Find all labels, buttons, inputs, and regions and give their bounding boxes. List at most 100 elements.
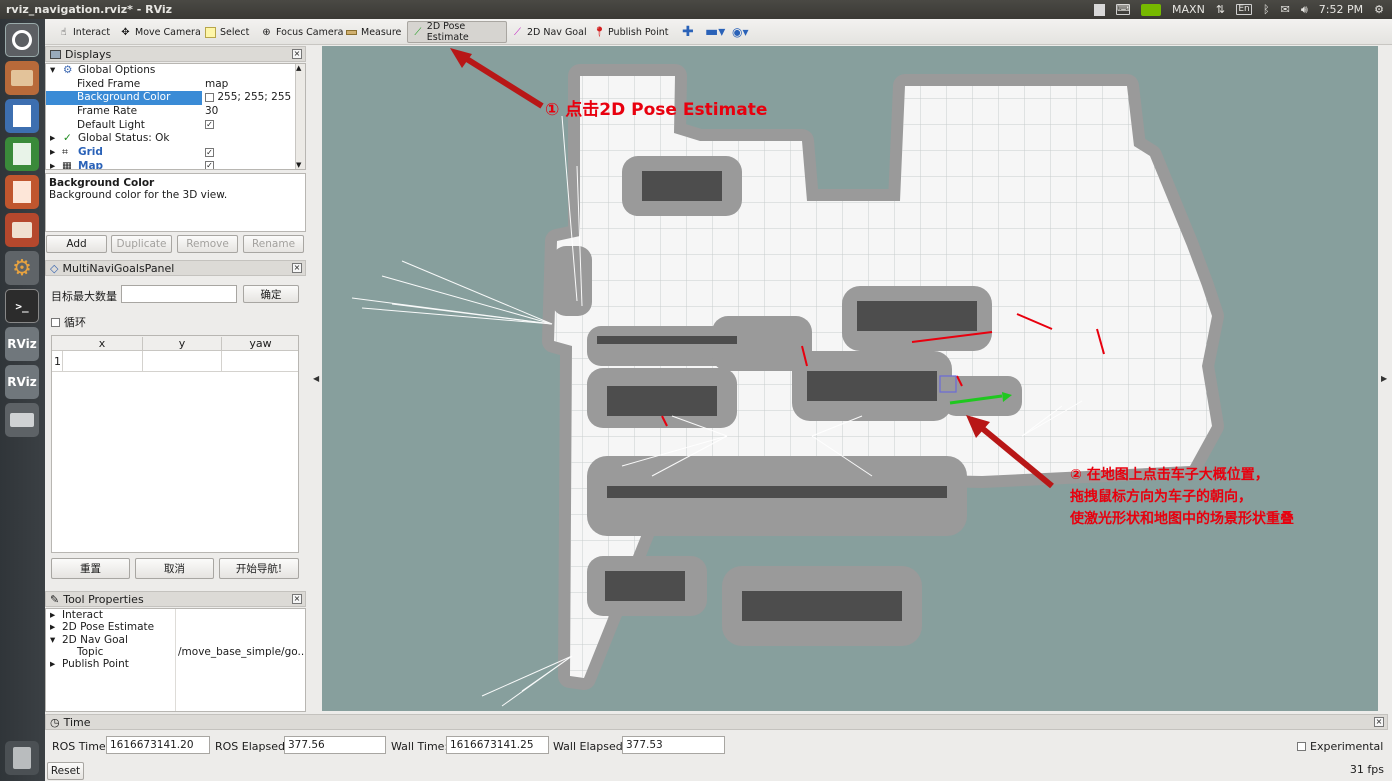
- max-goals-input[interactable]: [121, 285, 237, 303]
- cell-y[interactable]: [142, 351, 221, 371]
- settings-icon[interactable]: ⚙: [5, 251, 39, 285]
- ros-elapsed-label: ROS Elapsed:: [215, 740, 289, 753]
- remove-tool-button[interactable]: ▬▾: [700, 21, 730, 43]
- table-header-yaw[interactable]: yaw: [221, 337, 298, 350]
- experimental-checkbox[interactable]: [1297, 742, 1306, 751]
- clock[interactable]: 7:52 PM: [1319, 3, 1363, 16]
- default-light-checkbox[interactable]: ✓: [205, 120, 214, 130]
- software-icon[interactable]: [5, 213, 39, 247]
- rename-display-button[interactable]: Rename: [243, 235, 304, 253]
- right-splitter-arrow[interactable]: ▶: [1381, 374, 1387, 383]
- network-icon[interactable]: ⇅: [1216, 3, 1225, 16]
- tree-row-default-light[interactable]: Default Light ✓: [46, 119, 305, 133]
- close-icon[interactable]: ×: [292, 49, 302, 59]
- tree-row-map[interactable]: ▸ ▦ Map ✓: [46, 160, 305, 169]
- ros-time-field[interactable]: 1616673141.20: [106, 736, 210, 754]
- tree-row-grid[interactable]: ▸ ⌗ Grid ✓: [46, 146, 305, 160]
- ros-elapsed-field[interactable]: 377.56: [284, 736, 386, 754]
- tool-row-2d-pose-estimate[interactable]: ▸ 2D Pose Estimate: [46, 621, 305, 633]
- tool-row-2d-nav-goal[interactable]: ▾ 2D Nav Goal: [46, 634, 305, 646]
- expand-arrow-icon[interactable]: ▸: [50, 132, 55, 146]
- expand-arrow-icon[interactable]: ▸: [50, 621, 55, 633]
- wall-elapsed-field[interactable]: 377.53: [622, 736, 725, 754]
- expand-arrow-icon[interactable]: ▾: [50, 64, 55, 78]
- language-indicator[interactable]: En: [1236, 4, 1253, 15]
- dash-icon[interactable]: [5, 23, 39, 57]
- map-checkbox[interactable]: ✓: [205, 161, 214, 169]
- rviz-toolbar: ☝ Interact ✥ Move Camera Select ⊕ Focus Cam…: [45, 19, 1392, 45]
- tool-2d-pose-estimate[interactable]: ⟋ 2D Pose Estimate: [407, 21, 507, 43]
- globe-icon: ⚙: [63, 64, 73, 76]
- loop-checkbox-row[interactable]: 循环: [51, 314, 86, 330]
- calc-icon[interactable]: [5, 137, 39, 171]
- tree-row-global-options[interactable]: ▾ ⚙ Global Options: [46, 64, 305, 78]
- terminal-icon[interactable]: >_: [5, 289, 39, 323]
- add-tool-button[interactable]: ✚: [677, 21, 699, 43]
- expand-arrow-icon[interactable]: ▸: [50, 658, 55, 670]
- confirm-button[interactable]: 确定: [243, 285, 299, 303]
- cell-yaw[interactable]: [221, 351, 298, 371]
- launcher: ⚙ >_ RViz RViz: [0, 19, 45, 781]
- experimental-checkbox-row[interactable]: Experimental: [1297, 740, 1383, 753]
- settings-gear-icon[interactable]: ⚙: [1374, 3, 1384, 16]
- cell-x[interactable]: [62, 351, 142, 371]
- duplicate-display-button[interactable]: Duplicate: [111, 235, 172, 253]
- writer-icon[interactable]: [5, 99, 39, 133]
- expand-arrow-icon[interactable]: ▸: [50, 146, 55, 160]
- tool-row-publish-point[interactable]: ▸ Publish Point: [46, 658, 305, 670]
- close-icon[interactable]: ×: [292, 263, 302, 273]
- expand-arrow-icon[interactable]: ▸: [50, 609, 55, 621]
- tree-row-global-status[interactable]: ▸ ✓ Global Status: Ok: [46, 132, 305, 146]
- tree-row-frame-rate[interactable]: Frame Rate 30: [46, 105, 305, 119]
- table-header-y[interactable]: y: [142, 337, 221, 350]
- trash-icon[interactable]: [5, 741, 39, 775]
- impress-icon[interactable]: [5, 175, 39, 209]
- multi-goals-panel-header: ◇ MultiNaviGoalsPanel ×: [45, 260, 306, 276]
- add-display-button[interactable]: Add: [46, 235, 107, 253]
- expand-arrow-icon[interactable]: ▾: [50, 634, 55, 646]
- wall-time-field[interactable]: 1616673141.25: [446, 736, 549, 754]
- table-row[interactable]: 1: [52, 351, 298, 372]
- volume-icon[interactable]: 🔊︎: [1301, 3, 1308, 17]
- power-mode-label[interactable]: MAXN: [1172, 3, 1205, 16]
- tree-row-fixed-frame[interactable]: Fixed Frame map: [46, 78, 305, 92]
- start-navigation-button[interactable]: 开始导航!: [219, 558, 299, 579]
- left-splitter-arrow[interactable]: ◀: [313, 374, 319, 383]
- expand-arrow-icon[interactable]: ▸: [50, 160, 55, 169]
- rviz-icon-2[interactable]: RViz: [5, 365, 39, 399]
- grid-checkbox[interactable]: ✓: [205, 147, 214, 157]
- annotation-step2-line3: 使激光形状和地图中的场景形状重叠: [1070, 511, 1294, 527]
- mail-icon[interactable]: ✉: [1281, 3, 1290, 16]
- tree-scrollbar[interactable]: ▲ ▼: [295, 64, 305, 169]
- tool-measure[interactable]: Measure: [341, 21, 406, 43]
- files-tray-icon[interactable]: [1094, 3, 1106, 16]
- cancel-goals-button[interactable]: 取消: [135, 558, 214, 579]
- tool-interact[interactable]: ☝ Interact: [53, 21, 115, 43]
- reset-button[interactable]: Reset: [47, 762, 84, 780]
- close-icon[interactable]: ×: [1374, 717, 1384, 727]
- loop-checkbox[interactable]: [51, 317, 60, 327]
- drive-icon[interactable]: [5, 403, 39, 437]
- bluetooth-icon[interactable]: ᛒ: [1263, 3, 1270, 16]
- rviz-icon[interactable]: RViz: [5, 327, 39, 361]
- table-header-x[interactable]: x: [62, 337, 142, 350]
- tool-focus-camera[interactable]: ⊕ Focus Camera: [256, 21, 348, 43]
- tool-2d-nav-goal[interactable]: ⟋ 2D Nav Goal: [507, 21, 592, 43]
- map-canvas[interactable]: [322, 46, 1378, 711]
- tool-select[interactable]: Select: [200, 21, 254, 43]
- close-icon[interactable]: ×: [292, 594, 302, 604]
- tool-move-camera[interactable]: ✥ Move Camera: [115, 21, 206, 43]
- displays-tree: ▾ ⚙ Global Options Fixed Frame map Backgrou…: [45, 63, 306, 170]
- tool-options-button[interactable]: ◉▾: [727, 21, 754, 43]
- grid-icon: ⌗: [62, 146, 68, 159]
- tool-publish-point[interactable]: 📍︎ Publish Point: [588, 21, 673, 43]
- keyboard-tray-icon[interactable]: ⌨: [1116, 4, 1131, 15]
- nvidia-tray-icon[interactable]: [1141, 3, 1162, 16]
- tree-row-background-color[interactable]: Background Color 255; 255; 255: [46, 91, 305, 106]
- tool-row-interact[interactable]: ▸ Interact: [46, 609, 305, 621]
- remove-display-button[interactable]: Remove: [177, 235, 238, 253]
- tool-row-topic[interactable]: Topic/move_base_simple/go...: [46, 646, 305, 658]
- files-icon[interactable]: [5, 61, 39, 95]
- reset-goals-button[interactable]: 重置: [51, 558, 130, 579]
- render-view[interactable]: ① 点击2D Pose Estimate ② 在地图上点击车子大概位置， 拖拽鼠…: [322, 46, 1378, 711]
